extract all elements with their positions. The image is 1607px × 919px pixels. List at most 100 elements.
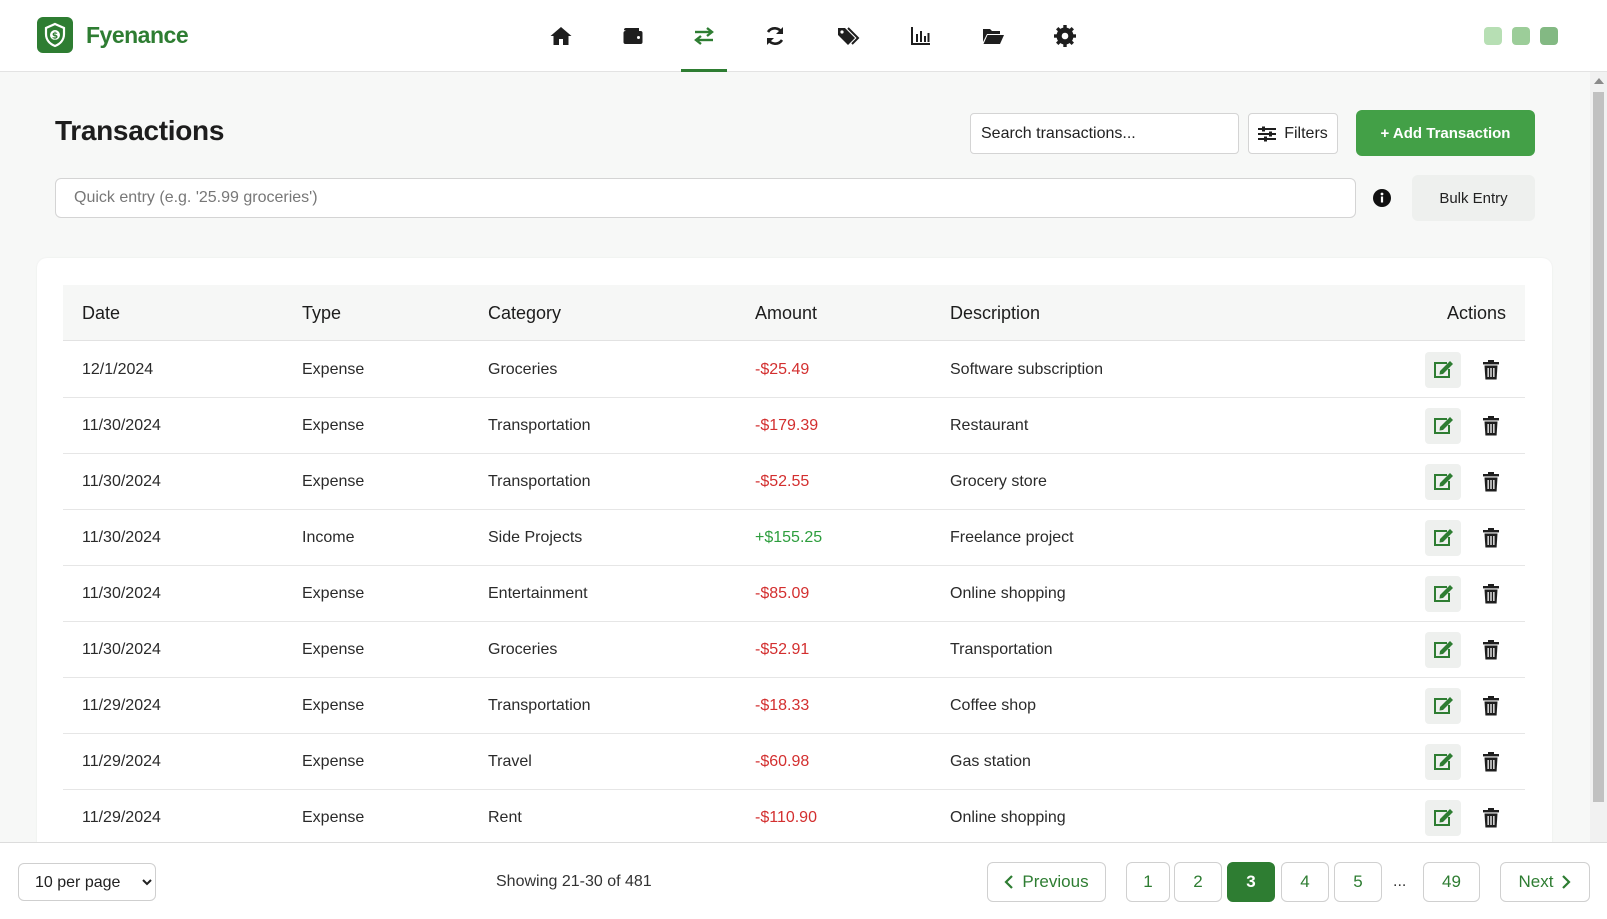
table-row[interactable]: 11/29/2024 Expense Travel -$60.98 Gas statio… [63,734,1525,790]
cell-type: Expense [302,697,365,714]
previous-page-button[interactable]: Previous [987,862,1106,902]
sync-icon [766,27,784,45]
bulk-entry-button[interactable]: Bulk Entry [1412,175,1535,221]
trash-icon [1483,584,1499,604]
nav-home[interactable] [538,14,584,58]
delete-button[interactable] [1473,520,1509,556]
edit-icon [1434,529,1453,546]
cell-date: 11/30/2024 [82,529,161,546]
table-row[interactable]: 11/30/2024 Expense Transportation -$52.55 Gr… [63,454,1525,510]
edit-icon [1434,809,1453,826]
filters-button[interactable]: Filters [1248,113,1338,154]
page-button-1[interactable]: 1 [1126,862,1170,902]
edit-button[interactable] [1425,464,1461,500]
edit-icon [1434,473,1453,490]
quick-entry-input[interactable] [55,178,1356,218]
edit-icon [1434,361,1453,378]
cell-type: Expense [302,585,365,602]
edit-icon [1434,641,1453,658]
cell-date: 11/30/2024 [82,417,161,434]
cell-type: Expense [302,753,365,770]
edit-button[interactable] [1425,520,1461,556]
window-control-1[interactable] [1484,27,1502,45]
delete-button[interactable] [1473,352,1509,388]
wallet-icon [623,28,643,44]
edit-icon [1434,697,1453,714]
page-button-last[interactable]: 49 [1423,862,1480,902]
edit-button[interactable] [1425,352,1461,388]
per-page-select[interactable]: 10 per page [18,863,156,901]
edit-button[interactable] [1425,408,1461,444]
column-header-description[interactable]: Description [950,303,1040,324]
cell-description: Coffee shop [950,697,1036,714]
table-header: Date Type Category Amount Description Ac… [63,285,1525,341]
cell-category: Transportation [488,473,591,490]
cell-amount: -$18.33 [755,697,810,714]
window-control-3[interactable] [1540,27,1558,45]
next-page-button[interactable]: Next [1500,862,1590,902]
showing-count: Showing 21-30 of 481 [496,873,652,890]
page-button-3-current[interactable]: 3 [1227,862,1275,902]
page-scrollbar[interactable] [1590,72,1607,842]
edit-button[interactable] [1425,744,1461,780]
table-row[interactable]: 11/30/2024 Expense Transportation -$179.39 R… [63,398,1525,454]
page-button-4[interactable]: 4 [1281,862,1329,902]
tags-icon [838,27,860,45]
page-button-5[interactable]: 5 [1334,862,1382,902]
column-header-date[interactable]: Date [82,303,120,324]
trash-icon [1483,640,1499,660]
filters-label: Filters [1284,124,1328,142]
delete-button[interactable] [1473,800,1509,836]
window-control-2[interactable] [1512,27,1530,45]
edit-button[interactable] [1425,632,1461,668]
cell-amount: -$52.55 [755,473,810,490]
delete-button[interactable] [1473,688,1509,724]
home-icon [550,27,572,45]
cell-date: 11/29/2024 [82,753,161,770]
table-row[interactable]: 11/30/2024 Income Side Projects +$155.25 Fre… [63,510,1525,566]
cell-date: 11/29/2024 [82,809,161,826]
info-icon[interactable] [1373,189,1391,207]
edit-button[interactable] [1425,688,1461,724]
cell-description: Grocery store [950,473,1047,490]
table-row[interactable]: 11/30/2024 Expense Entertainment -$85.09 Onl… [63,566,1525,622]
nav-settings[interactable] [1042,14,1088,58]
column-header-category[interactable]: Category [488,303,561,324]
column-header-type[interactable]: Type [302,303,341,324]
cell-amount: -$179.39 [755,417,819,434]
app-name[interactable]: Fyenance [86,22,189,49]
sliders-icon [1258,126,1277,141]
nav-accounts[interactable] [610,14,656,58]
nav-recurring[interactable] [752,14,798,58]
nav-files[interactable] [970,14,1016,58]
cell-type: Income [302,529,355,546]
nav-categories[interactable] [825,14,871,58]
cell-category: Transportation [488,417,591,434]
pagination-footer: 10 per page Showing 21-30 of 481 Previou… [0,842,1607,919]
trash-icon [1483,528,1499,548]
nav-transactions[interactable] [681,14,727,72]
edit-button[interactable] [1425,576,1461,612]
table-row[interactable]: 11/29/2024 Expense Rent -$110.90 Online shop… [63,790,1525,846]
page-button-2[interactable]: 2 [1174,862,1222,902]
scroll-up-arrow-icon[interactable] [1594,78,1604,84]
cell-type: Expense [302,641,365,658]
table-row[interactable]: 12/1/2024 Expense Groceries -$25.49 Software… [63,342,1525,398]
cell-type: Expense [302,417,365,434]
delete-button[interactable] [1473,408,1509,444]
delete-button[interactable] [1473,576,1509,612]
shield-dollar-logo-icon[interactable]: $ [37,17,73,53]
add-transaction-button[interactable]: + Add Transaction [1356,110,1535,156]
delete-button[interactable] [1473,464,1509,500]
delete-button[interactable] [1473,632,1509,668]
folder-open-icon [983,29,1004,44]
scroll-thumb[interactable] [1593,92,1604,802]
delete-button[interactable] [1473,744,1509,780]
column-header-amount[interactable]: Amount [755,303,817,324]
nav-reports[interactable] [898,14,944,58]
table-row[interactable]: 11/29/2024 Expense Transportation -$18.33 Co… [63,678,1525,734]
search-input[interactable] [970,113,1239,154]
edit-button[interactable] [1425,800,1461,836]
table-row[interactable]: 11/30/2024 Expense Groceries -$52.91 Transpo… [63,622,1525,678]
cell-amount: -$60.98 [755,753,810,770]
